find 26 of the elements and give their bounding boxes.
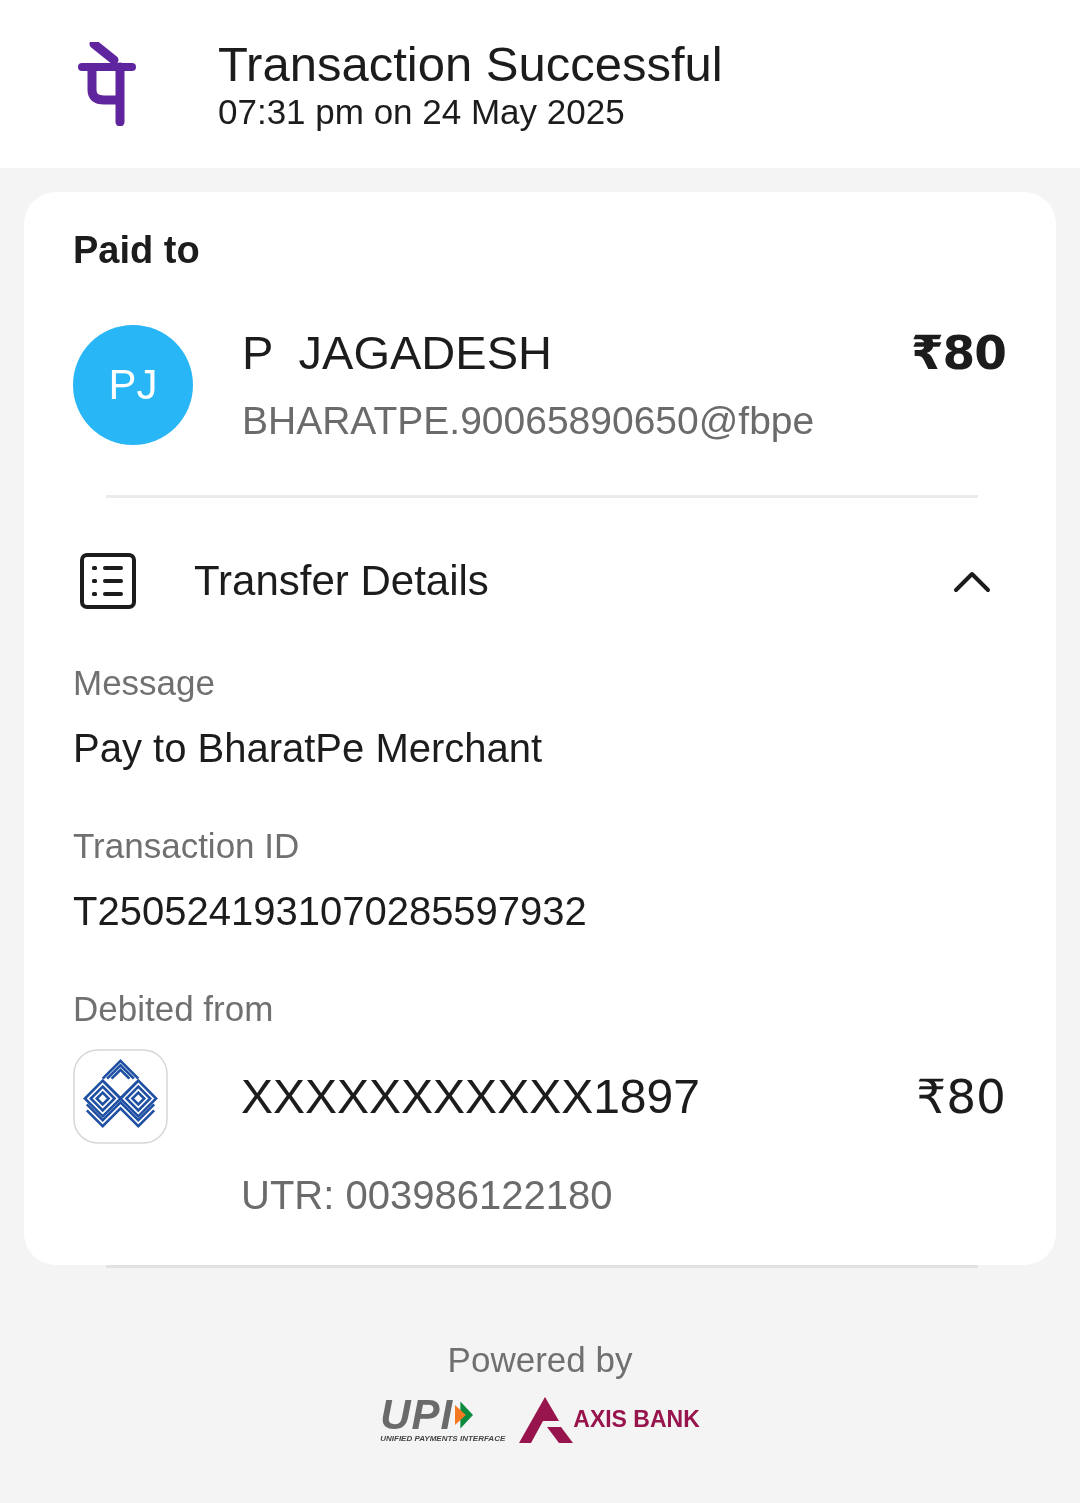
logo-icon: [78, 42, 136, 126]
bank-name: AXIS BANK: [573, 1405, 700, 1433]
utr-number: UTR: 003986122180: [241, 1172, 614, 1219]
debited-amount: ₹80: [916, 1068, 1006, 1125]
chevron-icon[interactable]: [953, 569, 991, 593]
chevron-arrows-icon: [455, 1401, 474, 1429]
field-label: Transaction ID: [73, 825, 301, 867]
avatar-initials: PJ: [73, 325, 193, 445]
upi-tagline: UNIFIED PAYMENTS INTERFACE: [380, 1434, 506, 1444]
account-number: XXXXXXXXXXX1897: [241, 1068, 700, 1125]
upi-logo-text: UPI: [380, 1396, 454, 1434]
transaction-datetime: 07:31 pm on 24 May 2025: [218, 92, 626, 132]
paid-to-heading: Paid to: [73, 228, 201, 272]
bank-logo-icon: [73, 1049, 168, 1144]
list-icon: [80, 553, 136, 609]
payment-amount: ₹80: [910, 325, 1006, 381]
powered-by-text: Powered by: [447, 1339, 633, 1381]
field-value: Pay to BharatPe Merchant: [73, 725, 544, 772]
field-label: Debited from: [73, 988, 275, 1030]
payee-name: P JAGADESH: [242, 325, 552, 381]
field-label: Message: [73, 662, 217, 704]
field-value: T2505241931070285597932: [73, 888, 588, 935]
screen-title: Transaction Successful: [218, 36, 723, 92]
upi-id: BHARATPE.90065890650@fbpe: [242, 398, 816, 444]
transfer-details-title: Transfer Details: [194, 557, 490, 605]
bank-mark-icon: [519, 1397, 574, 1443]
